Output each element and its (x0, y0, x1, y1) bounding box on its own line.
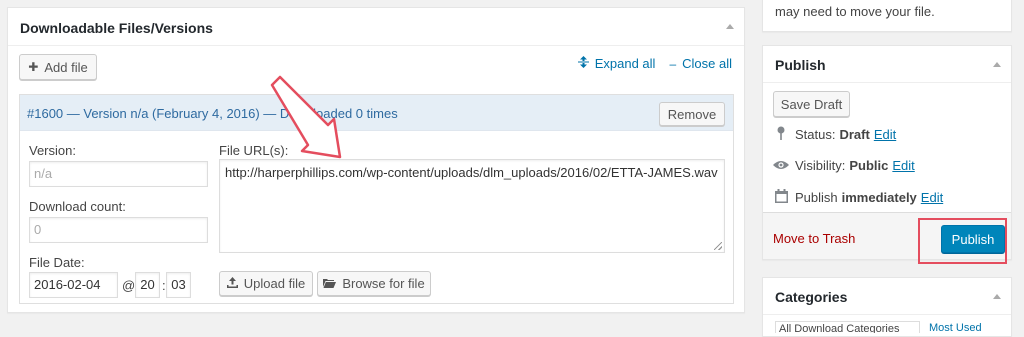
status-value: Draft (839, 127, 870, 142)
collapse-toggle-icon[interactable] (993, 294, 1001, 299)
file-url-text: http://harperphillips.com/wp-content/upl… (225, 165, 718, 180)
tab-all-categories[interactable]: All Download Categories (775, 321, 920, 333)
collapse-toggle-icon[interactable] (993, 62, 1001, 67)
hour-input[interactable]: 20 (135, 272, 160, 298)
save-draft-button[interactable]: Save Draft (773, 91, 850, 117)
collapse-toggle-icon[interactable] (726, 24, 734, 29)
download-count-label: Download count: (29, 199, 126, 214)
browse-file-label: Browse for file (342, 276, 425, 291)
sidebar-top-text: may need to move your file. (775, 4, 935, 19)
categories-box: Categories All Download Categories Most … (762, 277, 1012, 337)
close-all-link[interactable]: – Close all (669, 56, 732, 71)
resize-grip-icon[interactable] (714, 242, 722, 250)
file-date-input[interactable]: 2016-02-04 (29, 272, 118, 298)
pin-icon (773, 126, 789, 143)
tab-most-used[interactable]: Most Used (929, 321, 982, 333)
download-count-input[interactable]: 0 (29, 217, 208, 243)
at-sign: @ (122, 278, 136, 293)
visibility-value: Public (849, 158, 889, 173)
calendar-icon (773, 189, 789, 206)
publish-date-edit-link[interactable]: Edit (921, 190, 943, 205)
publish-label: Publish (795, 190, 838, 205)
expand-icon (577, 56, 589, 71)
visibility-row: Visibility: Public Edit (773, 158, 915, 173)
status-edit-link[interactable]: Edit (874, 127, 896, 142)
publish-box: Publish Save Draft Status: Draft Edit Vi… (762, 45, 1012, 264)
downloadable-files-panel: Downloadable Files/Versions ✚ Add file E… (7, 7, 745, 313)
status-label: Status: (795, 127, 836, 142)
sidebar-top-fragment: may need to move your file. (762, 0, 1012, 32)
file-urls-textarea[interactable]: http://harperphillips.com/wp-content/upl… (219, 159, 725, 253)
publish-actions: Move to Trash Publish (763, 212, 1011, 264)
categories-title-text: Categories (775, 289, 848, 305)
save-draft-label: Save Draft (780, 96, 843, 112)
add-file-label: Add file (44, 59, 88, 75)
status-row: Status: Draft Edit (773, 126, 896, 143)
close-all-label: Close all (682, 56, 732, 71)
panel-title: Downloadable Files/Versions (8, 8, 744, 46)
browse-file-button[interactable]: Browse for file (317, 271, 431, 296)
minus-icon: – (669, 56, 677, 71)
publish-title-text: Publish (775, 57, 826, 73)
file-urls-label: File URL(s): (219, 143, 289, 158)
expand-all-link[interactable]: Expand all (577, 56, 656, 71)
file-date-label: File Date: (29, 255, 85, 270)
publish-title: Publish (763, 46, 1011, 83)
download-version-item: #1600 — Version n/a (February 4, 2016) —… (19, 94, 734, 304)
move-to-trash-link[interactable]: Move to Trash (773, 231, 855, 246)
folder-icon (323, 277, 337, 291)
remove-label: Remove (667, 106, 717, 122)
publish-timing-value: immediately (841, 190, 917, 205)
visibility-label: Visibility: (795, 158, 846, 173)
expand-all-label: Expand all (594, 56, 656, 71)
upload-file-button[interactable]: Upload file (219, 271, 313, 296)
add-file-button[interactable]: ✚ Add file (19, 54, 97, 80)
remove-button[interactable]: Remove (659, 102, 725, 126)
minute-input[interactable]: 03 (166, 272, 191, 298)
eye-icon (773, 158, 789, 173)
plus-icon: ✚ (28, 60, 39, 74)
categories-title: Categories (763, 278, 1011, 315)
version-input[interactable]: n/a (29, 161, 208, 187)
upload-icon (226, 276, 238, 291)
version-label: Version: (29, 143, 76, 158)
panel-title-text: Downloadable Files/Versions (20, 20, 213, 36)
visibility-edit-link[interactable]: Edit (892, 158, 914, 173)
publish-button-label: Publish (951, 231, 995, 247)
publish-date-row: Publish immediately Edit (773, 189, 943, 206)
upload-file-label: Upload file (243, 276, 306, 291)
publish-button[interactable]: Publish (941, 225, 1005, 253)
expand-close-links: Expand all – Close all (577, 56, 732, 71)
version-header[interactable]: #1600 — Version n/a (February 4, 2016) —… (20, 95, 733, 131)
version-header-text: #1600 — Version n/a (February 4, 2016) —… (27, 106, 398, 121)
